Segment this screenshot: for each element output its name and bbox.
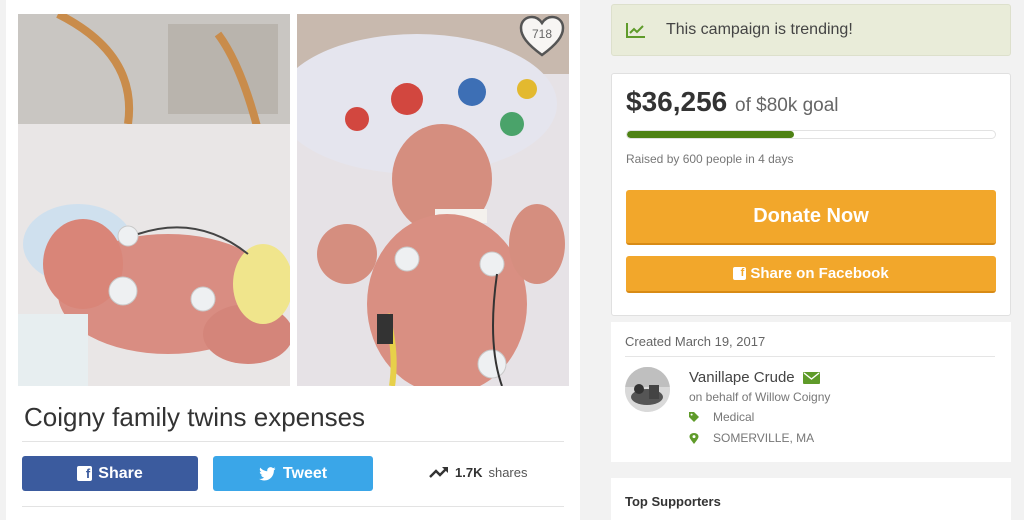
divider xyxy=(22,506,564,507)
goal-text: of $80k goal xyxy=(735,95,839,116)
share-on-facebook-label: Share on Facebook xyxy=(750,265,889,282)
organizer-avatar[interactable] xyxy=(625,367,670,412)
campaign-card: 718 Coigny family twins expenses f Share… xyxy=(6,0,580,520)
trending-text: This campaign is trending! xyxy=(666,21,853,38)
trending-banner: This campaign is trending! xyxy=(611,4,1011,56)
facebook-icon: f xyxy=(77,466,93,481)
tag-icon xyxy=(689,411,699,423)
trend-chart-icon xyxy=(626,22,646,38)
envelope-icon[interactable] xyxy=(802,371,820,384)
amount-raised-value: $36,256 xyxy=(626,86,728,117)
donation-card: $36,256 of $80k goal Raised by 600 peopl… xyxy=(611,73,1011,316)
facebook-icon: f xyxy=(733,267,747,280)
campaign-photo-2[interactable] xyxy=(297,14,569,386)
divider xyxy=(625,356,995,357)
top-supporters-title: Top Supporters xyxy=(625,494,721,509)
donate-now-button[interactable]: Donate Now xyxy=(626,190,996,245)
shares-number: 1.7K xyxy=(455,464,483,480)
heart-count: 718 xyxy=(531,27,553,41)
tweet-button[interactable]: Tweet xyxy=(213,456,373,491)
tweet-label: Tweet xyxy=(282,464,328,482)
location-pin-icon xyxy=(689,432,699,444)
organizer-name-row: Vanillape Crude xyxy=(689,369,820,386)
facebook-share-label: Share xyxy=(98,464,143,482)
facebook-share-button[interactable]: f Share xyxy=(22,456,198,491)
share-on-facebook-button[interactable]: f Share on Facebook xyxy=(626,256,996,293)
progress-bar xyxy=(626,130,996,139)
organizer-card: Created March 19, 2017 Vanillape Crude o… xyxy=(611,322,1011,462)
amount-raised: $36,256 of $80k goal xyxy=(626,86,839,118)
avatar-image xyxy=(625,367,670,412)
shares-label: shares xyxy=(488,464,528,480)
created-date: Created March 19, 2017 xyxy=(625,334,766,349)
on-behalf-of: on behalf of Willow Coigny xyxy=(689,390,831,404)
campaign-title: Coigny family twins expenses xyxy=(24,402,366,432)
campaign-photo-1[interactable] xyxy=(18,14,290,386)
baby-photo-2-image xyxy=(297,14,569,386)
category-label[interactable]: Medical xyxy=(713,410,754,424)
divider xyxy=(22,441,564,442)
location-row: SOMERVILLE, MA xyxy=(689,431,814,445)
top-supporters-card: Top Supporters xyxy=(611,478,1011,520)
raised-by-text: Raised by 600 people in 4 days xyxy=(626,152,794,166)
share-count: 1.7K shares xyxy=(429,462,528,482)
trending-arrow-icon xyxy=(429,465,449,479)
twitter-bird-icon xyxy=(259,466,276,481)
baby-photo-1-image xyxy=(18,14,290,386)
organizer-name[interactable]: Vanillape Crude xyxy=(689,369,795,386)
category-row: Medical xyxy=(689,410,754,424)
location-label: SOMERVILLE, MA xyxy=(713,431,815,445)
progress-fill xyxy=(627,131,794,138)
favorite-heart-button[interactable]: 718 xyxy=(519,14,565,60)
